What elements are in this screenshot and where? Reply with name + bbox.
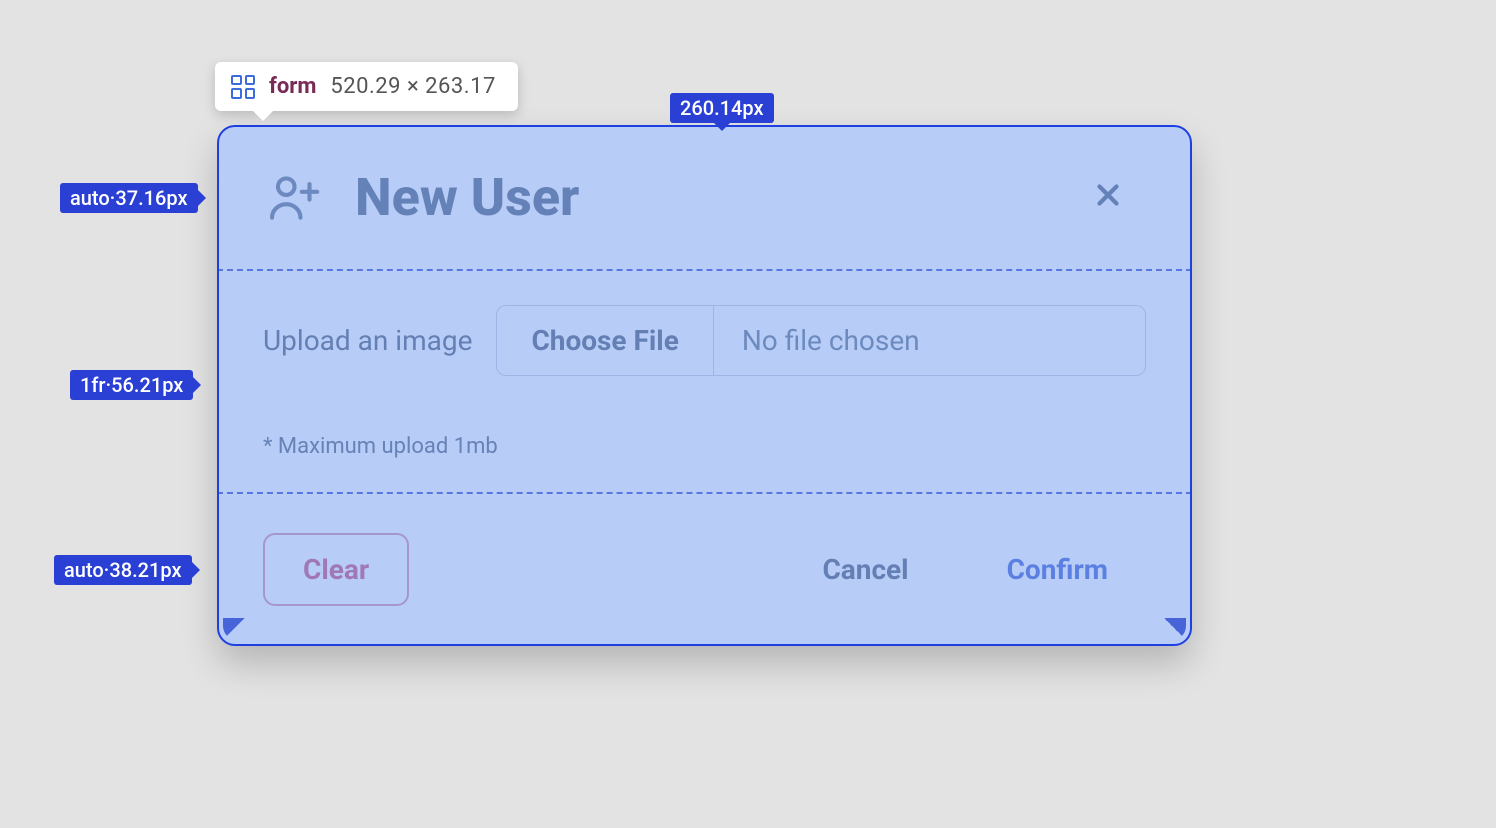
file-input[interactable]: Choose File No file chosen: [496, 305, 1146, 376]
new-user-dialog: New User Upload an image Choose File No …: [217, 125, 1192, 646]
grid-row-badge-2: 1fr·56.21px: [70, 370, 193, 400]
cancel-button[interactable]: Cancel: [784, 535, 946, 604]
upload-row: Upload an image Choose File No file chos…: [263, 305, 1146, 376]
dialog-header: New User: [217, 125, 1192, 269]
close-icon: [1091, 178, 1125, 216]
close-button[interactable]: [1070, 159, 1146, 235]
grid-column-badge: 260.14px: [670, 93, 774, 123]
dialog-body: Upload an image Choose File No file chos…: [217, 269, 1192, 492]
grid-icon: [231, 75, 255, 99]
grid-row-badge-3: auto·38.21px: [54, 555, 192, 585]
devtools-tooltip: form 520.29 × 263.17: [215, 62, 518, 111]
dialog-footer: Clear Cancel Confirm: [217, 492, 1192, 646]
clear-button[interactable]: Clear: [263, 533, 409, 606]
grid-row-badge-1: auto·37.16px: [60, 183, 198, 213]
upload-label: Upload an image: [263, 324, 472, 357]
confirm-button[interactable]: Confirm: [969, 535, 1146, 604]
dialog-title: New User: [355, 167, 1040, 228]
file-status-text: No file chosen: [714, 306, 948, 375]
upload-hint: * Maximum upload 1mb: [263, 434, 1146, 459]
choose-file-button[interactable]: Choose File: [497, 306, 713, 375]
user-plus-icon: [263, 166, 325, 228]
inspected-element-tag: form: [269, 74, 316, 99]
inspected-element-dimensions: 520.29 × 263.17: [330, 74, 495, 99]
